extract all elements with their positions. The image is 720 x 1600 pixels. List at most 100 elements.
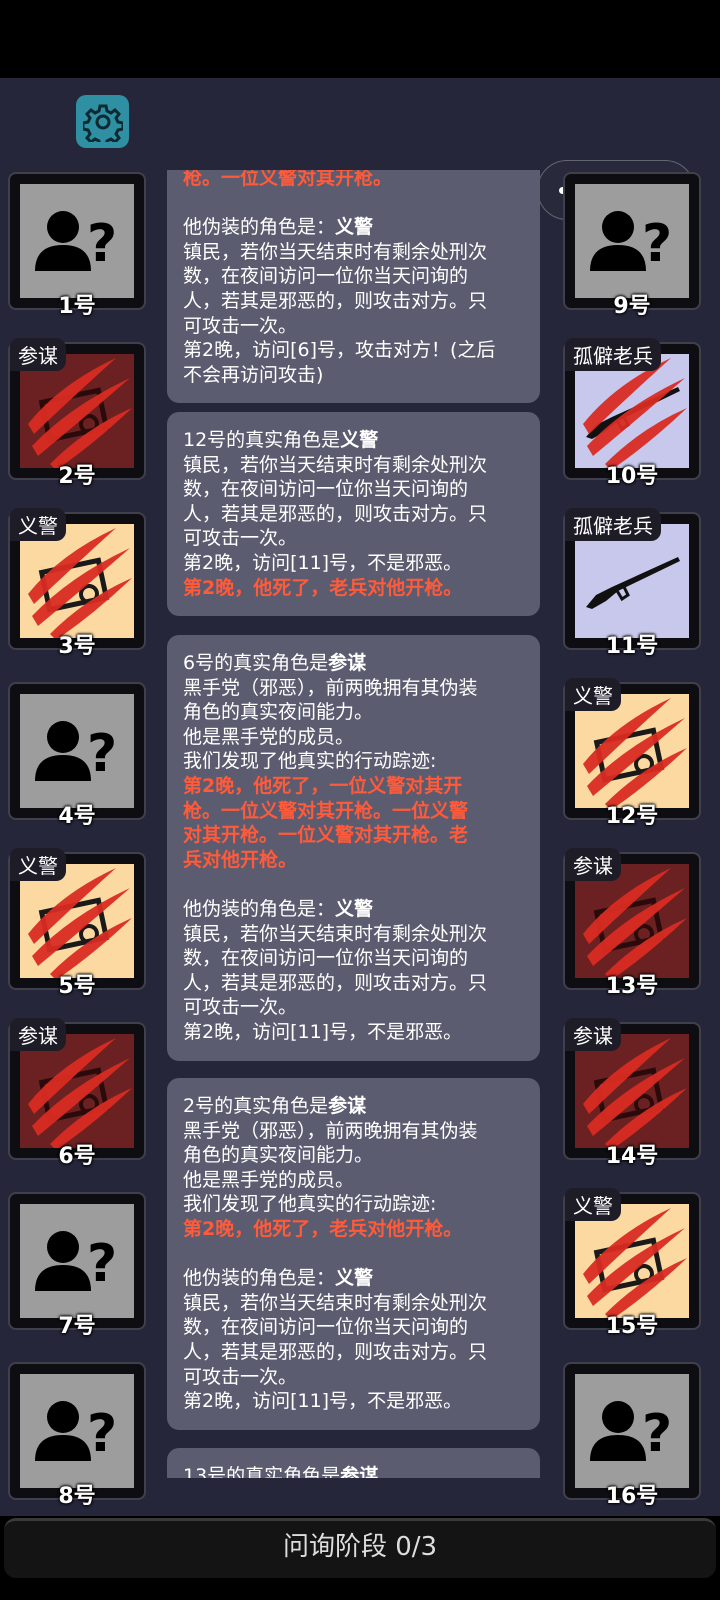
role-name: 义警 xyxy=(335,897,374,920)
player-seat[interactable]: 孤僻老兵 11号 xyxy=(563,508,701,659)
claw-marks-icon xyxy=(583,358,687,468)
log-entry-card: 枪。一位义警对其开枪。 他伪装的角色是：义警 镇民，若你当天结束时有剩余处刑次 数，在… xyxy=(167,170,540,404)
unknown-person-icon: ? xyxy=(35,211,117,274)
role-tag: 孤僻老兵 xyxy=(565,338,661,371)
player-portrait: ? xyxy=(20,694,134,808)
log-entry-card: 2号的真实角色是参谋 黑手党（邪恶），前两晚拥有其伪装 角色的真实夜间能力。 他是黑手… xyxy=(167,1078,540,1430)
player-seat[interactable]: 参谋 6号 xyxy=(8,1018,146,1169)
player-portrait xyxy=(20,1034,134,1148)
player-portrait xyxy=(20,524,134,638)
player-seat[interactable]: ? 16号 xyxy=(563,1362,701,1509)
player-seat[interactable]: ? 8号 xyxy=(8,1362,146,1509)
unknown-person-icon: ? xyxy=(35,1401,117,1464)
log-entry-card: 12号的真实角色是义警 镇民，若你当天结束时有剩余处刑次 数，在夜间访问一位你当天问… xyxy=(167,412,540,617)
player-seat[interactable]: ? 1号 xyxy=(8,172,146,319)
role-tag: 孤僻老兵 xyxy=(565,508,661,541)
log-line: 人，若其是邪恶的，则攻击对方。只 xyxy=(183,1340,488,1363)
player-seat[interactable]: 参谋 14号 xyxy=(563,1018,701,1169)
log-line: 可攻击一次。 xyxy=(183,314,298,337)
role-tag: 义警 xyxy=(10,508,66,541)
log-line: 人，若其是邪恶的，则攻击对方。只 xyxy=(183,502,488,525)
log-line: 镇民，若你当天结束时有剩余处刑次 xyxy=(183,453,488,476)
log-line: 第2晚，访问[11]号，不是邪恶。 xyxy=(183,1020,463,1043)
svg-text:?: ? xyxy=(87,1404,117,1464)
unknown-person-icon: ? xyxy=(590,1401,672,1464)
log-line: 黑手党（邪恶），前两晚拥有其伪装 xyxy=(183,676,478,699)
info-log[interactable]: 枪。一位义警对其开枪。 他伪装的角色是：义警 镇民，若你当天结束时有剩余处刑次 数，在… xyxy=(167,170,540,1478)
log-alert-line: 第2晚，他死了，一位义警对其开 xyxy=(183,774,463,797)
log-line: 镇民，若你当天结束时有剩余处刑次 xyxy=(183,922,488,945)
log-heading: 他伪装的角色是：义警 xyxy=(183,1266,524,1291)
player-seat[interactable]: 孤僻老兵 10号 xyxy=(563,338,701,489)
log-line: 镇民，若你当天结束时有剩余处刑次 xyxy=(183,240,488,263)
gear-icon xyxy=(82,104,123,142)
role-name: 参谋 xyxy=(340,1465,379,1478)
log-entry-card: 13号的真实角色是参谋 xyxy=(167,1448,540,1478)
player-number: 6号 xyxy=(58,1144,96,1169)
log-heading-text: 13号的真实角色是 xyxy=(183,1465,341,1478)
player-number: 9号 xyxy=(613,294,651,319)
role-name: 义警 xyxy=(335,216,374,239)
player-number: 1号 xyxy=(58,294,96,319)
claw-marks-icon xyxy=(583,1208,687,1318)
svg-text:?: ? xyxy=(87,214,117,274)
log-heading: 他伪装的角色是：义警 xyxy=(183,897,524,922)
log-heading-text: 他伪装的角色是： xyxy=(183,216,336,239)
log-line: 可攻击一次。 xyxy=(183,1365,298,1388)
player-number: 14号 xyxy=(605,1144,659,1169)
unknown-person-icon: ? xyxy=(590,211,672,274)
role-tag: 参谋 xyxy=(565,848,621,881)
player-seat[interactable]: ? 7号 xyxy=(8,1192,146,1339)
log-alert-line: 第2晚，他死了，老兵对他开枪。 xyxy=(183,576,463,599)
settings-button[interactable] xyxy=(76,95,129,148)
player-portrait: ? xyxy=(20,1204,134,1318)
unknown-person-icon: ? xyxy=(35,1231,117,1294)
player-seat[interactable]: 义警 5号 xyxy=(8,848,146,999)
claw-marks-icon xyxy=(583,1038,687,1148)
player-portrait xyxy=(575,864,689,978)
player-seat[interactable]: 参谋 2号 xyxy=(8,338,146,489)
role-tag: 参谋 xyxy=(10,1018,66,1051)
role-name: 参谋 xyxy=(328,1095,367,1117)
log-line: 第2晚，访问[6]号，攻击对方！(之后 xyxy=(183,339,496,362)
player-number: 7号 xyxy=(58,1314,96,1339)
player-seat[interactable]: ? 9号 xyxy=(563,172,701,319)
log-line: 角色的真实夜间能力。 xyxy=(183,1144,374,1167)
player-number: 13号 xyxy=(605,974,659,999)
player-portrait xyxy=(20,354,134,468)
role-tag: 义警 xyxy=(565,1188,621,1221)
player-seat[interactable]: 义警 12号 xyxy=(563,678,701,829)
player-portrait: ? xyxy=(20,184,134,298)
rifle-icon xyxy=(586,557,680,609)
player-number: 11号 xyxy=(605,634,659,659)
player-portrait xyxy=(575,1204,689,1318)
claw-marks-icon xyxy=(28,528,132,638)
log-heading: 6号的真实角色是参谋 xyxy=(183,651,524,676)
player-seat[interactable]: 义警 15号 xyxy=(563,1188,701,1339)
log-line: 可攻击一次。 xyxy=(183,996,298,1019)
player-portrait xyxy=(575,524,689,638)
player-seat[interactable]: ? 4号 xyxy=(8,682,146,829)
player-seat[interactable]: 义警 3号 xyxy=(8,508,146,659)
player-number: 12号 xyxy=(605,804,659,829)
log-line: 镇民，若你当天结束时有剩余处刑次 xyxy=(183,1291,488,1314)
log-line: 数，在夜间访问一位你当天问询的 xyxy=(183,265,469,288)
player-number: 2号 xyxy=(58,464,96,489)
svg-text:?: ? xyxy=(642,214,672,274)
player-seat[interactable]: 参谋 13号 xyxy=(563,848,701,999)
log-heading-text: 他伪装的角色是： xyxy=(183,897,336,920)
log-alert-line: 第2晚，他死了，老兵对他开枪。 xyxy=(183,1217,463,1240)
log-line: 人，若其是邪恶的，则攻击对方。只 xyxy=(183,971,488,994)
log-heading: 2号的真实角色是参谋 xyxy=(183,1094,524,1119)
log-line: 第2晚，访问[11]号，不是邪恶。 xyxy=(183,1390,463,1413)
log-line: 我们发现了他真实的行动踪迹: xyxy=(183,1193,437,1216)
player-number: 4号 xyxy=(58,804,96,829)
log-heading-text: 2号的真实角色是 xyxy=(183,1095,329,1117)
log-line: 可攻击一次。 xyxy=(183,527,298,550)
log-alert-line: 兵对他开枪。 xyxy=(183,848,298,871)
player-number: 3号 xyxy=(58,634,96,659)
role-tag: 义警 xyxy=(565,678,621,711)
log-alert-line: 枪。一位义警对其开枪。一位义警 xyxy=(183,799,469,822)
